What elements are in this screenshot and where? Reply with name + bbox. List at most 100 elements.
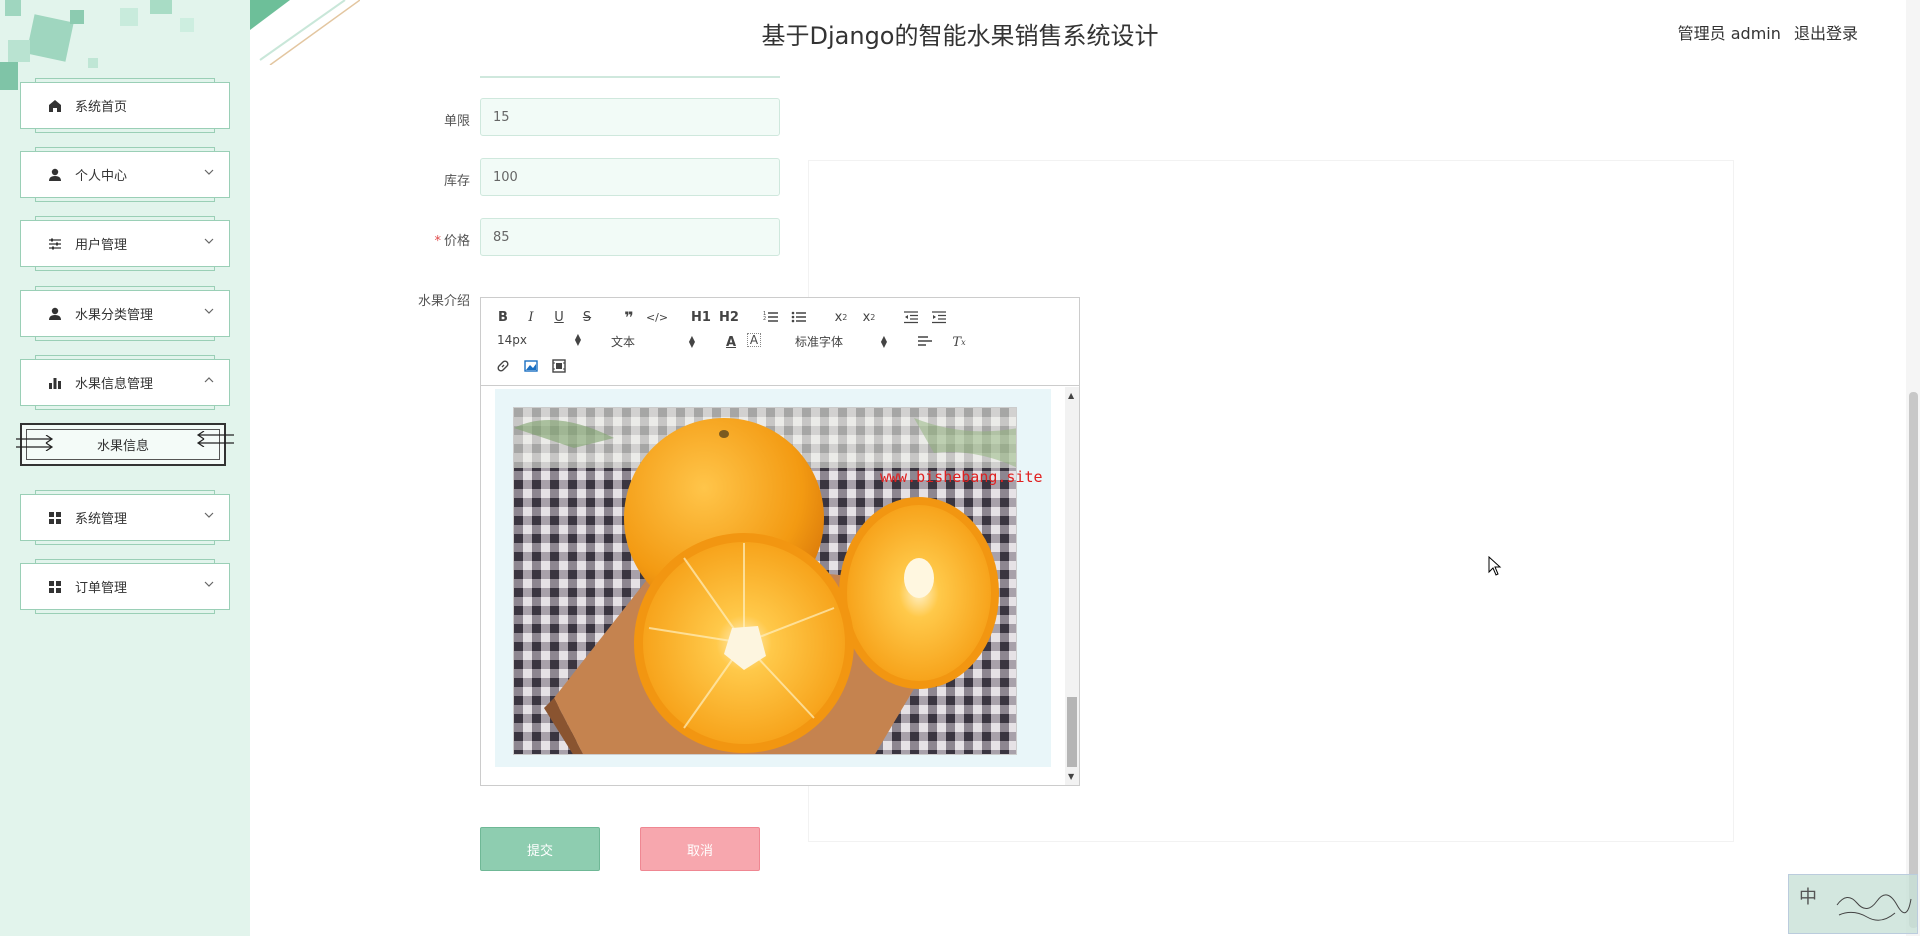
link-icon[interactable] <box>493 357 513 375</box>
required-mark: * <box>434 234 441 249</box>
grid-icon <box>47 579 63 595</box>
arrow-left-icon <box>196 431 234 447</box>
field-edge <box>480 76 780 78</box>
user-info: 管理员 admin 退出登录 <box>1670 20 1858 44</box>
chevron-down-icon <box>204 581 214 587</box>
submit-button[interactable]: 提交 <box>480 827 600 871</box>
chevron-up-icon <box>204 377 214 383</box>
bar-chart-icon <box>47 375 63 391</box>
stock-input[interactable]: 100 <box>480 158 780 196</box>
rich-text-editor[interactable]: B I U S ❞ </> H1 H2 12 x2 x2 14px ▲ ▼ 文本 … <box>480 297 1080 786</box>
sidebar-item-system[interactable]: 系统管理 <box>20 490 230 545</box>
font-family-value: 标准字体 <box>795 335 844 349</box>
limit-input[interactable]: 15 <box>480 98 780 136</box>
item-bracket <box>35 147 215 152</box>
watermark-text: www.bishebang.site <box>880 468 1043 486</box>
sidebar-subitem-label: 水果信息 <box>96 439 149 454</box>
align-left-icon[interactable] <box>915 333 935 351</box>
item-bracket <box>35 490 215 495</box>
select-arrows-icon: ▲ ▼ <box>688 333 695 349</box>
svg-text:2: 2 <box>763 316 766 322</box>
clear-format-icon[interactable]: Tx <box>949 333 969 351</box>
home-icon <box>47 98 63 114</box>
item-bracket <box>35 336 215 341</box>
sidebar-item-label: 订单管理 <box>75 581 128 596</box>
price-input[interactable]: 85 <box>480 218 780 256</box>
sidebar-item-fruit-info[interactable]: 水果信息管理 <box>20 355 230 410</box>
orange-photo <box>513 407 1017 755</box>
sidebar-item-fruit-category[interactable]: 水果分类管理 <box>20 286 230 341</box>
user-icon <box>47 167 63 183</box>
sidebar-item-label: 个人中心 <box>75 169 128 184</box>
chevron-down-icon <box>204 308 214 314</box>
background-color-icon[interactable]: A <box>747 333 761 347</box>
italic-icon[interactable]: I <box>521 308 541 326</box>
logout-link[interactable]: 退出登录 <box>1794 24 1858 43</box>
page-scrollbar-thumb[interactable] <box>1909 392 1918 928</box>
arrow-right-icon <box>16 435 54 451</box>
code-icon[interactable]: </> <box>646 308 668 326</box>
editor-body[interactable] <box>481 387 1065 785</box>
indent-icon[interactable] <box>929 308 949 326</box>
font-size-select[interactable]: 14px ▲ ▼ <box>497 332 581 348</box>
sidebar-subitem-fruit-info[interactable]: 水果信息 <box>16 423 234 466</box>
block-type-select[interactable]: 文本 ▲ ▼ <box>611 333 695 350</box>
user-icon <box>47 306 63 322</box>
sidebar-item-home[interactable]: 系统首页 <box>20 78 230 133</box>
sidebar-item-label: 系统管理 <box>75 512 128 527</box>
scroll-up-icon[interactable]: ▲ <box>1068 391 1074 400</box>
item-bracket <box>35 405 215 410</box>
h2-icon[interactable]: H2 <box>717 308 741 326</box>
item-bracket <box>35 78 215 83</box>
ordered-list-icon[interactable]: 12 <box>761 308 781 326</box>
h1-icon[interactable]: H1 <box>689 308 713 326</box>
outdent-icon[interactable] <box>901 308 921 326</box>
sliders-icon <box>47 236 63 252</box>
sidebar-item-label: 水果信息管理 <box>75 377 154 392</box>
sidebar-item-profile[interactable]: 个人中心 <box>20 147 230 202</box>
underline-icon[interactable]: U <box>549 308 569 326</box>
sidebar-item-orders[interactable]: 订单管理 <box>20 559 230 614</box>
limit-label: 单限 <box>443 114 470 129</box>
ime-mode[interactable]: 中 <box>1799 883 1817 909</box>
item-bracket <box>35 609 215 614</box>
item-bracket <box>35 355 215 360</box>
scrollbar-thumb[interactable] <box>1067 697 1077 767</box>
item-bracket <box>35 266 215 271</box>
image-icon[interactable] <box>521 357 541 375</box>
page-title: 基于Django的智能水果销售系统设计 <box>761 22 1159 50</box>
chevron-down-icon <box>204 512 214 518</box>
bold-icon[interactable]: B <box>493 308 513 326</box>
strike-icon[interactable]: S <box>577 308 597 326</box>
editor-toolbar: B I U S ❞ </> H1 H2 12 x2 x2 14px ▲ ▼ 文本 … <box>481 298 1079 386</box>
sidebar-item-label: 系统首页 <box>75 100 128 115</box>
editor-scrollbar[interactable]: ▲ ▼ <box>1065 387 1079 785</box>
video-icon[interactable] <box>549 357 569 375</box>
price-label-text: 价格 <box>443 234 470 249</box>
sidebar-item-users[interactable]: 用户管理 <box>20 216 230 271</box>
intro-label: 水果介绍 <box>417 294 470 309</box>
cancel-button[interactable]: 取消 <box>640 827 760 871</box>
item-bracket <box>35 197 215 202</box>
mouse-cursor-icon <box>1488 556 1502 576</box>
sidebar: 系统首页 个人中心 用户管理 水果分类管理 水果信息管理 水果信息 系统管理 订… <box>0 0 250 936</box>
item-bracket <box>35 128 215 133</box>
sidebar-item-label: 用户管理 <box>75 238 128 253</box>
ime-widget[interactable]: 中 <box>1788 874 1918 934</box>
font-color-icon[interactable]: A <box>721 333 741 351</box>
bullet-list-icon[interactable] <box>789 308 809 326</box>
font-family-select[interactable]: 标准字体 ▲ ▼ <box>795 333 887 350</box>
superscript-icon[interactable]: x2 <box>859 308 879 326</box>
stock-label: 库存 <box>443 174 470 189</box>
item-bracket <box>35 559 215 564</box>
font-size-value: 14px <box>497 333 527 347</box>
subscript-icon[interactable]: x2 <box>831 308 851 326</box>
user-role: 管理员 admin <box>1677 24 1781 43</box>
page-scrollbar[interactable] <box>1906 0 1920 936</box>
scroll-down-icon[interactable]: ▼ <box>1068 772 1074 781</box>
block-type-value: 文本 <box>611 335 636 349</box>
quote-icon[interactable]: ❞ <box>619 308 639 327</box>
item-bracket <box>35 216 215 221</box>
ime-handwriting-icon <box>1836 894 1912 921</box>
select-arrows-icon: ▲ ▼ <box>574 332 581 347</box>
